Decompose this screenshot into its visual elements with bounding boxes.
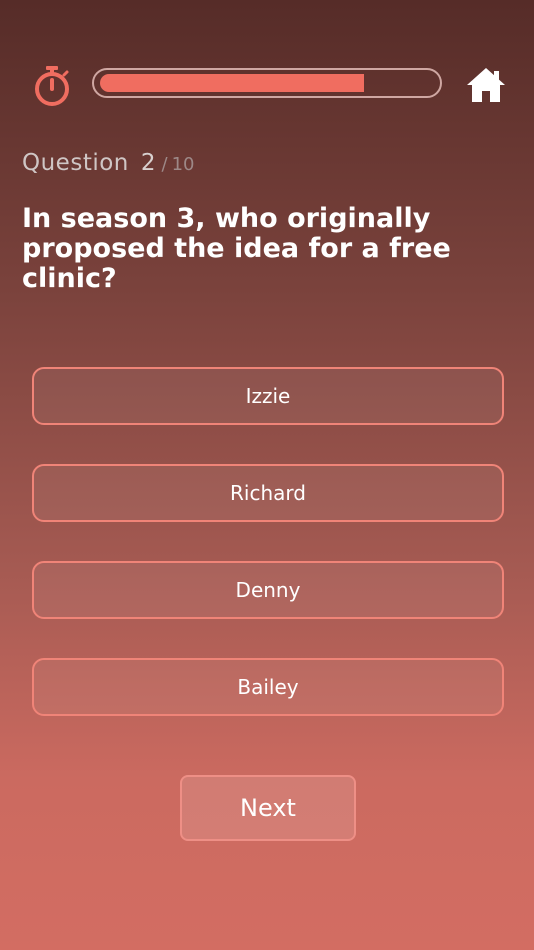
next-button[interactable]: Next	[180, 775, 356, 841]
question-separator: /	[161, 154, 168, 175]
question-total-number: 10	[171, 154, 195, 175]
answer-button-denny[interactable]: Denny	[32, 561, 504, 619]
answer-list: Izzie Richard Denny Bailey	[32, 367, 504, 755]
answer-button-bailey[interactable]: Bailey	[32, 658, 504, 716]
answer-button-izzie[interactable]: Izzie	[32, 367, 504, 425]
stopwatch-icon	[33, 65, 71, 107]
question-text: In season 3, who originally proposed the…	[22, 203, 451, 294]
question-current-number: 2	[140, 150, 156, 176]
top-bar	[0, 0, 534, 130]
question-label: Question	[22, 150, 129, 176]
answer-button-richard[interactable]: Richard	[32, 464, 504, 522]
home-icon[interactable]	[465, 64, 507, 106]
progress-bar	[92, 68, 442, 98]
question-counter: Question 2/10	[22, 146, 195, 180]
progress-bar-fill	[100, 74, 364, 92]
